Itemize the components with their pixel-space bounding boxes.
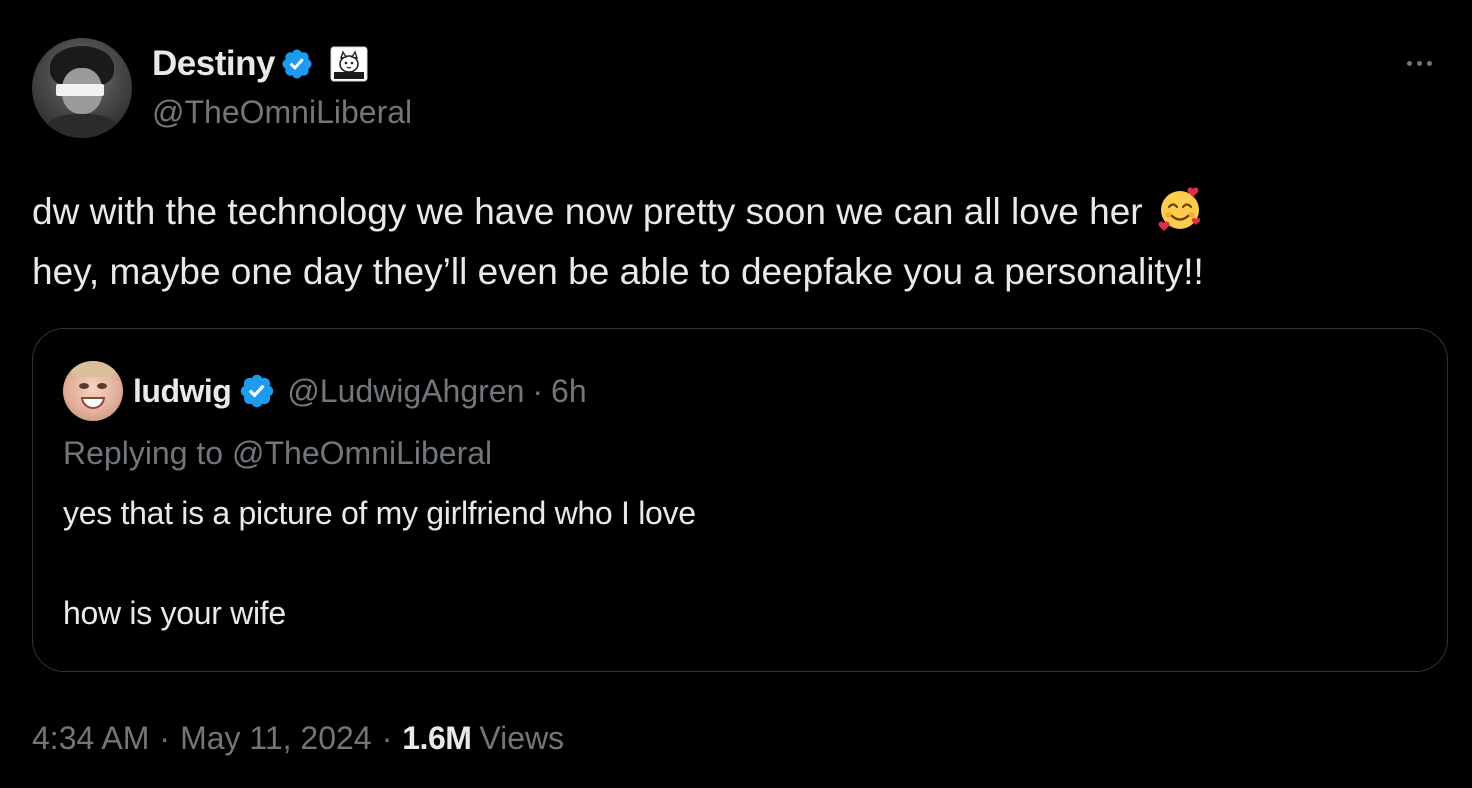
views-count[interactable]: 1.6M: [402, 720, 472, 757]
quoted-author-avatar[interactable]: [63, 361, 123, 421]
author-avatar[interactable]: [32, 38, 132, 138]
tweet-date[interactable]: May 11, 2024: [180, 720, 372, 757]
quoted-separator: ·: [532, 372, 544, 409]
more-options-button[interactable]: [1394, 48, 1444, 78]
more-dot-icon: [1416, 60, 1422, 66]
author-handle[interactable]: @TheOmniLiberal: [152, 94, 412, 131]
smiling-face-with-hearts-icon: [1157, 186, 1203, 232]
meta-separator: ·: [381, 719, 393, 756]
replying-to-handle[interactable]: @TheOmniLiberal: [232, 435, 492, 471]
quoted-text-line-1: yes that is a picture of my girlfriend w…: [63, 495, 696, 531]
affiliate-badge-icon[interactable]: [329, 46, 369, 82]
quoted-text-line-2: how is your wife: [63, 595, 286, 631]
verified-badge-icon[interactable]: [237, 371, 277, 411]
tweet-text-line-1: dw with the technology we have now prett…: [32, 182, 1442, 242]
replying-to: Replying to @TheOmniLiberal: [63, 435, 492, 472]
verified-badge-icon[interactable]: [279, 46, 315, 82]
tweet-text-line-1-content: dw with the technology we have now prett…: [32, 191, 1143, 232]
more-dot-icon: [1426, 60, 1432, 66]
replying-to-prefix: Replying to: [63, 435, 224, 471]
more-dot-icon: [1406, 60, 1412, 66]
quoted-timestamp[interactable]: 6h: [551, 373, 587, 410]
meta-separator: ·: [159, 719, 171, 756]
tweet-meta: 4:34 AM · May 11, 2024 · 1.6M Views: [32, 716, 564, 760]
quoted-header: ludwig @LudwigAhgren · 6h: [133, 369, 587, 413]
quoted-tweet[interactable]: ludwig @LudwigAhgren · 6h Replying to @T…: [32, 328, 1448, 672]
author-name-row: Destiny: [152, 42, 369, 86]
tweet-text-line-2: hey, maybe one day they’ll even be able …: [32, 251, 1204, 292]
tweet-card: Destiny @TheOmniLiberal dw with the tech…: [0, 0, 1472, 788]
tweet-time[interactable]: 4:34 AM: [32, 720, 149, 757]
author-display-name[interactable]: Destiny: [152, 44, 275, 84]
views-label: Views: [479, 719, 565, 756]
tweet-text: dw with the technology we have now prett…: [32, 182, 1442, 302]
quoted-display-name[interactable]: ludwig: [133, 373, 232, 410]
quoted-handle[interactable]: @LudwigAhgren: [287, 373, 524, 410]
